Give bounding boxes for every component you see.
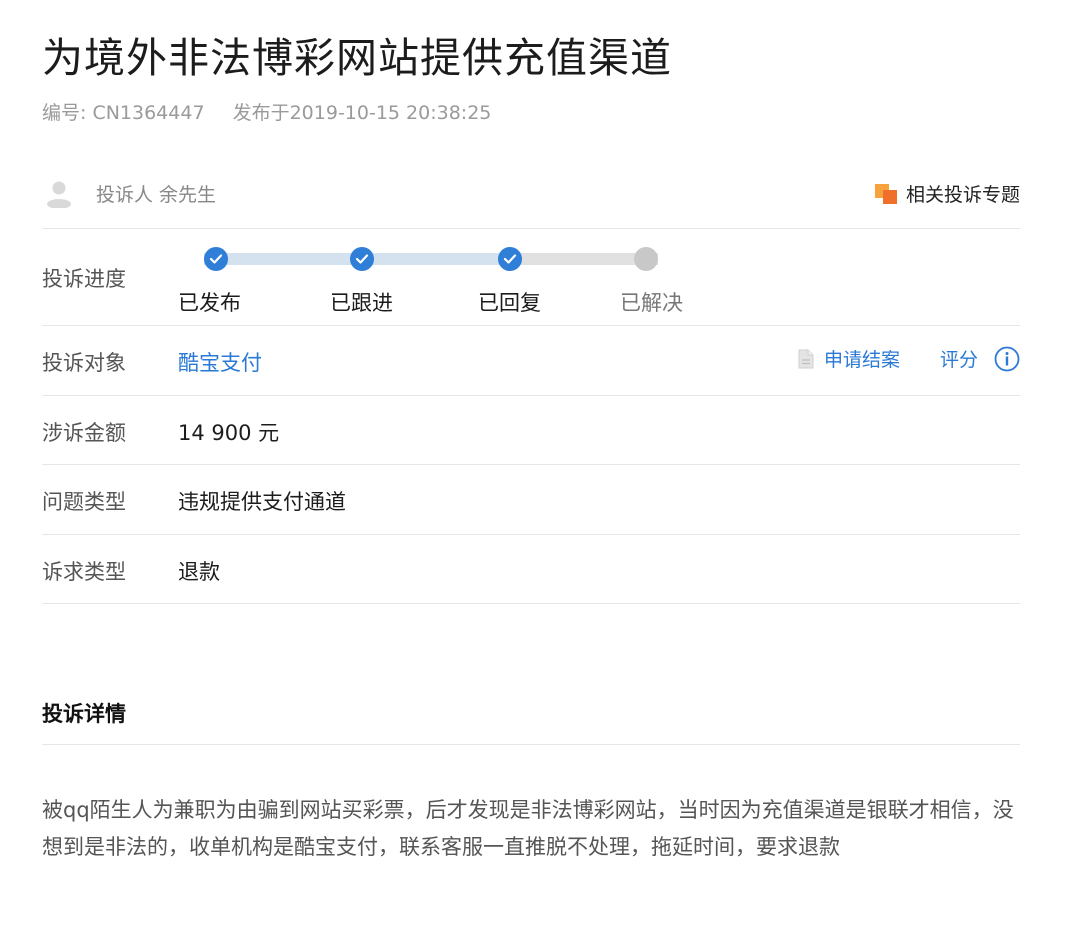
complaint-page: 为境外非法博彩网站提供充值渠道 编号: CN1364447 发布于2019-10… xyxy=(0,0,1080,928)
progress-row: 投诉进度 已发布 已跟进 已回复 已解决 xyxy=(42,229,1020,326)
checkmark-icon xyxy=(355,254,369,264)
complaint-id: 编号: CN1364447 xyxy=(42,102,205,124)
publish-date: 发布于2019-10-15 20:38:25 xyxy=(232,102,492,124)
progress-track xyxy=(204,247,658,271)
progress-step-label-3: 已回复 xyxy=(478,291,541,315)
complaint-meta: 编号: CN1364447 发布于2019-10-15 20:38:25 xyxy=(42,98,491,125)
progress-step-label-1: 已发布 xyxy=(178,291,241,315)
progress-step-label-4: 已解决 xyxy=(620,291,683,315)
progress-step-dot-1 xyxy=(204,247,228,271)
demand-type-label: 诉求类型 xyxy=(42,560,126,584)
user-avatar-icon xyxy=(47,181,71,208)
complainant-row: 投诉人 余先生 相关投诉专题 xyxy=(42,168,1020,229)
problem-type-value: 违规提供支付通道 xyxy=(178,490,346,514)
apply-close-label: 申请结案 xyxy=(823,349,900,371)
progress-step-label-2: 已跟进 xyxy=(330,291,393,315)
demand-type-row: 诉求类型 退款 xyxy=(42,535,1020,604)
related-topic-label: 相关投诉专题 xyxy=(905,184,1020,206)
target-row: 投诉对象 酷宝支付 申请结案 评分 xyxy=(42,326,1020,396)
target-actions: 申请结案 评分 xyxy=(798,345,1020,372)
problem-type-label: 问题类型 xyxy=(42,490,126,514)
checkmark-icon xyxy=(503,254,517,264)
target-company-link[interactable]: 酷宝支付 xyxy=(178,347,262,377)
amount-label: 涉诉金额 xyxy=(42,421,126,445)
rate-button[interactable]: 评分 xyxy=(940,345,978,372)
progress-label: 投诉进度 xyxy=(42,267,126,291)
details-heading: 投诉详情 xyxy=(42,698,1020,745)
related-topic-link[interactable]: 相关投诉专题 xyxy=(874,180,1020,207)
target-label: 投诉对象 xyxy=(42,351,126,375)
details-text: 被qq陌生人为兼职为由骗到网站买彩票，后才发现是非法博彩网站，当时因为充值渠道是… xyxy=(42,798,1014,859)
progress-step-dot-2 xyxy=(350,247,374,271)
demand-type-value: 退款 xyxy=(178,560,220,584)
checkmark-icon xyxy=(209,254,223,264)
amount-value: 14 900 元 xyxy=(178,421,280,445)
progress-step-dot-3 xyxy=(498,247,522,271)
info-icon[interactable] xyxy=(994,346,1020,372)
progress-step-dot-4 xyxy=(634,247,658,271)
problem-type-row: 问题类型 违规提供支付通道 xyxy=(42,465,1020,535)
document-icon xyxy=(798,349,814,368)
stacked-squares-icon xyxy=(874,183,897,204)
amount-row: 涉诉金额 14 900 元 xyxy=(42,396,1020,465)
apply-close-button[interactable]: 申请结案 xyxy=(798,345,900,372)
complainant-name: 投诉人 余先生 xyxy=(96,184,217,206)
page-title: 为境外非法博彩网站提供充值渠道 xyxy=(42,34,672,82)
